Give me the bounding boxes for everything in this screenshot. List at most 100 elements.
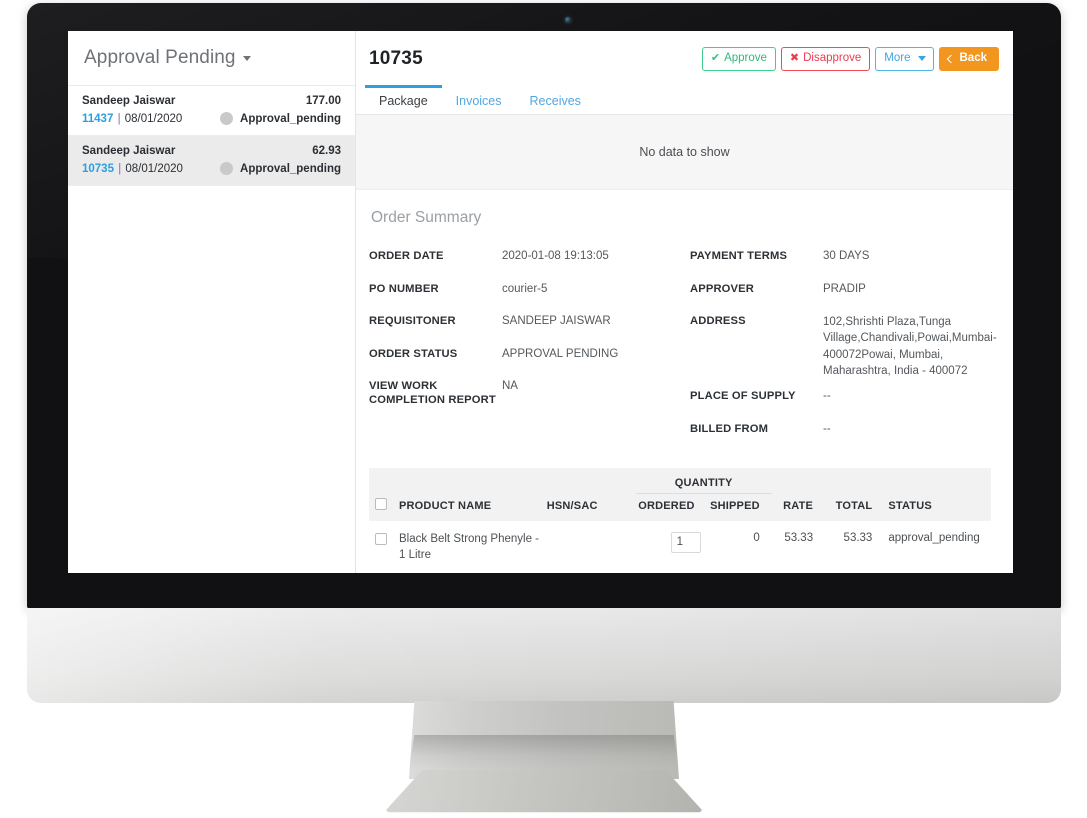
status-badge: Approval_pending (220, 112, 341, 125)
field-value: 102,Shrishti Plaza,Tunga Village,Chandiv… (823, 316, 997, 378)
field-value: 30 DAYS (823, 250, 870, 262)
order-summary-grid: ORDER DATE 2020-01-08 19:13:05 PO NUMBER… (369, 249, 997, 454)
order-summary-section: Order Summary ORDER DATE 2020-01-08 19:1… (356, 190, 1013, 454)
order-detail-panel: 10735 ✔ Approve ✖ Disapprove More Back P… (356, 31, 1013, 573)
order-detail-header: 10735 ✔ Approve ✖ Disapprove More Back (356, 31, 1013, 86)
status-badge: Approval_pending (220, 162, 341, 175)
cross-icon: ✖ (789, 52, 800, 64)
spacer-cell (546, 468, 636, 494)
header-action-buttons: ✔ Approve ✖ Disapprove More Back (701, 46, 999, 71)
field-value: 2020-01-08 19:13:05 (502, 250, 609, 262)
field-billed-from: BILLED FROM -- (690, 422, 991, 438)
field-value: APPROVAL PENDING (502, 347, 619, 360)
page-title: 10735 (369, 47, 423, 69)
disapprove-button[interactable]: ✖ Disapprove (780, 46, 871, 71)
order-summary-right-column: PAYMENT TERMS 30 DAYS APPROVER PRADIP AD… (680, 249, 997, 454)
field-value: SANDEEP JAISWAR (502, 315, 611, 328)
approve-button[interactable]: ✔ Approve (701, 46, 776, 71)
field-payment-terms: PAYMENT TERMS 30 DAYS (690, 249, 991, 265)
requester-name: Sandeep Jaiswar (82, 145, 176, 157)
sidebar-title: Approval Pending (84, 47, 236, 68)
order-id-link[interactable]: 11437 (82, 113, 113, 125)
more-button[interactable]: More (875, 46, 934, 71)
field-value: -- (823, 422, 831, 435)
status-label: Approval_pending (240, 112, 341, 125)
field-order-status: ORDER STATUS APPROVAL PENDING (369, 347, 680, 363)
order-id-link[interactable]: 10735 (82, 163, 114, 175)
meta-separator: | (118, 162, 122, 175)
row-checkbox[interactable] (375, 533, 387, 546)
field-view-work-completion-report: VIEW WORK COMPLETION REPORT NA (369, 379, 680, 407)
more-button-label: More (884, 51, 911, 64)
field-label: APPROVER (690, 282, 754, 295)
requester-name: Sandeep Jaiswar (82, 95, 176, 107)
field-requisitoner: REQUISITONER SANDEEP JAISWAR (369, 314, 680, 330)
cell-total: 53.33 (825, 521, 885, 568)
spacer-cell (825, 468, 885, 494)
list-item[interactable]: Sandeep Jaiswar 177.00 11437 | 08/01/202… (68, 86, 355, 136)
column-header-total: TOTAL (825, 493, 885, 522)
spacer-cell (884, 468, 991, 494)
order-meta: 10735 | 08/01/2020 (82, 163, 183, 175)
cell-shipped: 0 (706, 521, 772, 568)
monitor-chin (27, 608, 1061, 703)
check-icon: ✔ (710, 52, 721, 64)
row-checkbox-holder (375, 533, 387, 551)
field-label: ORDER STATUS (369, 347, 458, 360)
webcam-icon (565, 17, 571, 23)
field-address: ADDRESS 102,Shrishti Plaza,Tunga Village… (690, 314, 997, 379)
field-order-date: ORDER DATE 2020-01-08 19:13:05 (369, 249, 680, 265)
order-date: 08/01/2020 (125, 162, 183, 175)
status-dot-icon (220, 112, 234, 125)
tab-invoices[interactable]: Invoices (442, 85, 516, 113)
detail-body: No data to show Order Summary ORDER DATE… (356, 115, 1013, 573)
column-header-ordered: ORDERED (635, 493, 707, 522)
screen-viewport: Approval Pending Sandeep Jaiswar 177.00 … (68, 31, 1013, 573)
spacer-cell (369, 468, 547, 494)
disapprove-button-label: Disapprove (803, 51, 862, 64)
cell-ordered: 1 (635, 521, 707, 568)
order-date: 08/01/2020 (124, 112, 183, 125)
field-place-of-supply: PLACE OF SUPPLY -- (690, 389, 991, 405)
field-value: PRADIP (823, 282, 866, 295)
order-amount: 62.93 (312, 145, 341, 157)
detail-tabs: Package Invoices Receives (356, 85, 1013, 115)
field-label: PO NUMBER (369, 282, 439, 295)
quantity-group-row: QUANTITY (369, 468, 991, 495)
cell-product-name: Black Belt Strong Phenyle - 1 Litre (369, 521, 547, 568)
spacer-cell (771, 468, 826, 494)
monitor-stand-foot (384, 770, 704, 813)
select-all-checkbox[interactable] (375, 498, 387, 511)
order-summary-left-column: ORDER DATE 2020-01-08 19:13:05 PO NUMBER… (369, 249, 680, 454)
table-row[interactable]: Black Belt Strong Phenyle - 1 Litre 1 0 … (369, 521, 991, 568)
field-label: REQUISITONER (369, 315, 456, 328)
tab-package[interactable]: Package (365, 85, 442, 113)
list-item-secondary-row: 10735 | 08/01/2020 Approval_pending (82, 162, 341, 175)
order-amount: 177.00 (305, 95, 341, 107)
back-button[interactable]: Back (938, 46, 999, 71)
status-label: Approval_pending (240, 162, 341, 175)
field-value: -- (823, 390, 831, 403)
chevron-down-icon[interactable] (242, 55, 251, 61)
list-item-secondary-row: 11437 | 08/01/2020 Approval_pending (82, 112, 341, 125)
meta-separator: | (117, 112, 121, 125)
chin-sheen (27, 608, 1061, 703)
order-meta: 11437 | 08/01/2020 (82, 113, 182, 125)
sidebar-header[interactable]: Approval Pending (68, 31, 355, 86)
field-label: ORDER DATE (369, 250, 444, 262)
tab-receives[interactable]: Receives (516, 85, 595, 113)
approve-button-label: Approve (724, 51, 767, 64)
ordered-quantity-input[interactable]: 1 (670, 532, 701, 554)
field-label: ADDRESS (690, 315, 746, 328)
column-header-hsn-sac: HSN/SAC (546, 493, 636, 522)
back-button-label: Back (959, 51, 988, 64)
chevron-left-icon (946, 54, 955, 63)
screenshot-scene: Approval Pending Sandeep Jaiswar 177.00 … (0, 0, 1087, 818)
cell-status: approval_pending (884, 521, 991, 568)
field-label: PLACE OF SUPPLY (690, 390, 796, 403)
empty-state-message: No data to show (639, 145, 730, 159)
product-table-header-row: PRODUCT NAME HSN/SAC ORDERED SHIPPED RAT… (369, 493, 991, 522)
list-item[interactable]: Sandeep Jaiswar 62.93 10735 | 08/01/2020… (68, 136, 355, 186)
field-po-number: PO NUMBER courier-5 (369, 282, 680, 298)
product-table-body: Black Belt Strong Phenyle - 1 Litre 1 0 … (369, 521, 991, 568)
